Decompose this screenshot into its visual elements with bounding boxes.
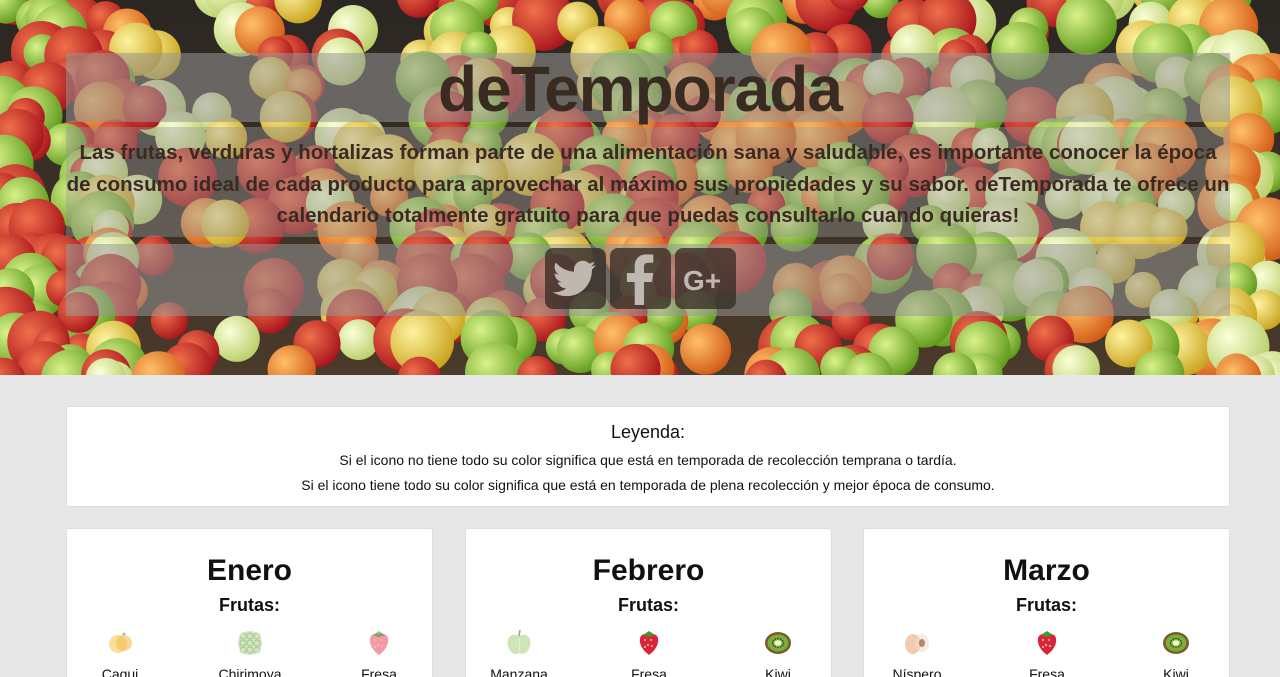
fruit-name: Chirimoya: [218, 666, 282, 677]
month-card-enero: Enero Frutas: Caqui Chirimoya Fresa: [66, 528, 433, 677]
twitter-icon: [553, 260, 596, 296]
month-card-febrero: Febrero Frutas: Manzana Fresa Kiwi: [465, 528, 832, 677]
strawberry-icon: [369, 631, 389, 655]
month-title: Marzo: [1003, 554, 1090, 587]
decorative-fruit: [680, 323, 732, 375]
apple-icon: [507, 629, 531, 654]
twitter-button[interactable]: [544, 248, 606, 309]
fruit-item[interactable]: Fresa: [599, 626, 699, 677]
category-title: Frutas:: [1015, 595, 1077, 615]
month-title: Febrero: [592, 554, 705, 587]
fruit-item[interactable]: Níspero: [867, 626, 967, 677]
fruit-name: Fresa: [1029, 666, 1065, 677]
decorative-fruit: [338, 319, 380, 361]
legend-line-full: Si el icono tiene todo su color signific…: [301, 477, 995, 493]
google-plus-button[interactable]: G+: [674, 248, 736, 309]
strawberry-icon: [639, 631, 659, 655]
site-intro: Las frutas, verduras y hortalizas forman…: [66, 141, 1230, 227]
site-title: deTemporada: [438, 53, 843, 125]
social-links: G+: [0, 248, 1280, 309]
kiwi-icon: [1163, 632, 1189, 654]
fruit-name: Kiwi: [765, 666, 791, 677]
facebook-button[interactable]: [609, 248, 671, 309]
fruit-item[interactable]: Caqui: [70, 626, 170, 677]
category-title: Frutas:: [218, 595, 280, 615]
persimmon-icon: [109, 632, 132, 653]
fruit-item[interactable]: Kiwi: [1126, 626, 1226, 677]
fruit-list: Níspero Fresa Kiwi: [864, 626, 1229, 677]
hero-banner: deTemporada Las frutas, verduras y horta…: [0, 0, 1280, 375]
legend-box: Leyenda: Si el icono no tiene todo su co…: [66, 406, 1230, 507]
decorative-fruit: [213, 315, 260, 362]
fruit-item[interactable]: Kiwi: [728, 626, 828, 677]
fruit-name: Níspero: [892, 666, 942, 677]
month-title: Enero: [206, 554, 293, 587]
month-card-marzo: Marzo Frutas: Níspero Fresa Kiwi: [863, 528, 1230, 677]
loquat-icon: [905, 634, 929, 654]
fruit-name: Fresa: [361, 666, 397, 677]
fruit-item[interactable]: Fresa: [329, 626, 429, 677]
cherimoya-icon: [238, 631, 262, 655]
fruit-name: Fresa: [631, 666, 667, 677]
fruit-item[interactable]: Manzana: [469, 626, 569, 677]
category-title: Frutas:: [617, 595, 679, 615]
kiwi-icon: [765, 632, 791, 654]
google-plus-icon: G+: [683, 265, 721, 296]
legend-title: Leyenda:: [610, 422, 686, 442]
fruit-item[interactable]: Chirimoya: [200, 626, 300, 677]
fruit-list: Manzana Fresa Kiwi: [466, 626, 831, 677]
fruit-name: Caqui: [101, 666, 139, 677]
fruit-name: Manzana: [490, 666, 548, 677]
legend-line-partial: Si el icono no tiene todo su color signi…: [339, 452, 957, 468]
fruit-list: Caqui Chirimoya Fresa: [67, 626, 432, 677]
fruit-name: Kiwi: [1163, 666, 1189, 677]
fruit-item[interactable]: Fresa: [997, 626, 1097, 677]
svg-text:G+: G+: [683, 265, 721, 296]
facebook-icon: [626, 253, 654, 305]
strawberry-icon: [1037, 631, 1057, 655]
